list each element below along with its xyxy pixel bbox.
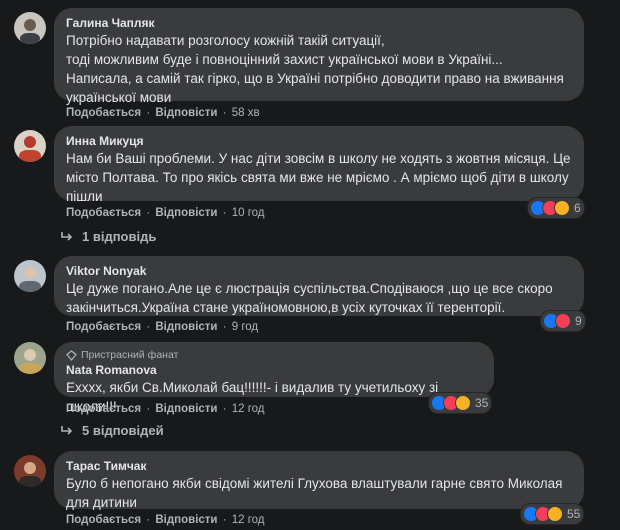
replies-label[interactable]: 5 відповідей (82, 423, 164, 438)
comment-author[interactable]: Галина Чапляк (66, 15, 572, 31)
avatar[interactable] (14, 455, 46, 487)
comment-text-line: тоді можливим буде і повноцінний захист … (66, 52, 503, 67)
comment-time[interactable]: 12 год (232, 514, 265, 526)
avatar[interactable] (14, 260, 46, 292)
reaction-summary[interactable]: 35 (428, 392, 493, 414)
avatar[interactable] (14, 130, 46, 162)
like-link[interactable]: Подобається (66, 107, 141, 119)
reaction-summary[interactable]: 6 (527, 197, 585, 219)
reply-link[interactable]: Відповісти (155, 403, 217, 415)
view-replies-link[interactable]: 1 відповідь (60, 229, 156, 244)
comment-time[interactable]: 12 год (232, 403, 265, 415)
reply-arrow-icon (61, 231, 73, 241)
wow-reaction-icon (547, 506, 563, 522)
wow-reaction-icon (554, 200, 570, 216)
like-link[interactable]: Подобається (66, 321, 141, 333)
comment-author[interactable]: Nata Romanova (66, 362, 482, 378)
avatar[interactable] (14, 12, 46, 44)
comment-text-line: Було б непогано якби свідомі жителі Глух… (66, 476, 563, 491)
comment-text-line: для дитини (66, 495, 137, 510)
reply-link[interactable]: Відповісти (155, 207, 217, 219)
comment-author[interactable]: Инна Микуця (66, 133, 572, 149)
comment-author[interactable]: Viktor Nonyak (66, 263, 572, 279)
reaction-count: 35 (475, 396, 489, 410)
comment-actions: Подобається · Відповісти · 12 год (66, 403, 265, 415)
comment-text-line: Потрібно надавати розголосу кожній такій… (66, 33, 385, 48)
comment-bubble: Тарас Тимчак Було б непогано якби свідом… (54, 451, 584, 510)
comment-actions: Подобається · Відповісти · 58 хв (66, 107, 260, 119)
comment-text-line: української мови (66, 90, 172, 105)
badge-label: Пристрасний фанат (81, 349, 179, 361)
fan-badge: Пристрасний фанат (66, 349, 482, 362)
reply-link[interactable]: Відповісти (155, 107, 217, 119)
comment-text-line: Це дуже погано.Але це є люстрація суспіл… (66, 281, 553, 296)
replies-label[interactable]: 1 відповідь (82, 229, 156, 244)
like-link[interactable]: Подобається (66, 403, 141, 415)
comment-actions: Подобається · Відповісти · 10 год (66, 207, 265, 219)
comment-actions: Подобається · Відповісти · 9 год (66, 321, 259, 333)
comment-text-line: Написала, а самій так гірко, що в Україн… (66, 71, 564, 86)
comment-text-line: пішли (66, 189, 103, 204)
view-replies-link[interactable]: 5 відповідей (60, 423, 164, 438)
reaction-count: 9 (575, 314, 582, 328)
comment-actions: Подобається · Відповісти · 12 год (66, 514, 265, 526)
avatar[interactable] (14, 342, 46, 374)
comment-bubble: Инна Микуця Нам би Ваші проблеми. У нас … (54, 126, 584, 204)
comment-text-line: закінчиться.Україна стане україномовною,… (66, 300, 506, 315)
reaction-count: 6 (574, 201, 581, 215)
comment-text-line: Нам би Ваші проблеми. У нас діти зовсім … (66, 151, 571, 166)
comment-author[interactable]: Тарас Тимчак (66, 458, 572, 474)
reply-arrow-icon (61, 425, 73, 435)
like-link[interactable]: Подобається (66, 514, 141, 526)
like-link[interactable]: Подобається (66, 207, 141, 219)
comment-bubble: Галина Чапляк Потрібно надавати розголос… (54, 8, 584, 105)
reaction-summary[interactable]: 9 (540, 310, 586, 332)
comment-time[interactable]: 58 хв (232, 107, 260, 119)
reply-link[interactable]: Відповісти (155, 514, 217, 526)
comment-time[interactable]: 9 год (232, 321, 258, 333)
comment-bubble: Viktor Nonyak Це дуже погано.Але це є лю… (54, 256, 584, 316)
reply-link[interactable]: Відповісти (155, 321, 217, 333)
comment-bubble: Пристрасний фанат Nata Romanova Ехххх, я… (54, 342, 494, 414)
reaction-count: 55 (567, 507, 581, 521)
comment-time[interactable]: 10 год (232, 207, 265, 219)
love-reaction-icon (555, 313, 571, 329)
reaction-summary[interactable]: 55 (520, 503, 585, 525)
diamond-icon (66, 350, 77, 361)
wow-reaction-icon (455, 395, 471, 411)
comment-text-line: місто Полтава. То про якісь свята ми вже… (66, 170, 569, 185)
